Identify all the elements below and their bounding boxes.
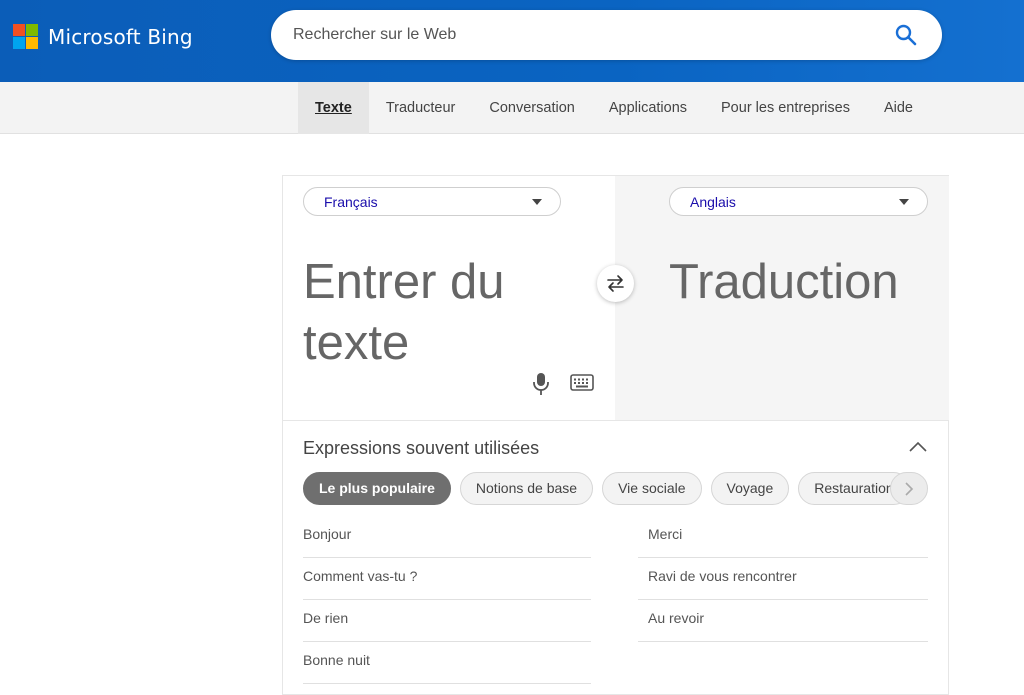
phrase-categories: Le plus populaire Notions de base Vie so… (303, 472, 919, 505)
chevron-down-icon (899, 199, 909, 205)
list-item[interactable]: Comment vas-tu ? (303, 558, 591, 600)
tab-applications[interactable]: Applications (592, 82, 704, 134)
search-input[interactable] (293, 22, 883, 48)
source-language-label: Français (324, 194, 378, 210)
target-language-select[interactable]: Anglais (669, 187, 928, 216)
chevron-right-icon (905, 482, 914, 496)
keyboard-icon[interactable] (570, 374, 594, 392)
chips-next-button[interactable] (890, 472, 928, 505)
list-item[interactable]: De rien (303, 600, 591, 642)
target-pane: Anglais Traduction (615, 176, 949, 420)
phrase-text: Comment vas-tu ? (303, 568, 418, 584)
header: Microsoft Bing (0, 0, 1024, 82)
tab-aide[interactable]: Aide (867, 82, 930, 134)
tab-traducteur[interactable]: Traducteur (369, 82, 473, 134)
chip-basics[interactable]: Notions de base (459, 472, 594, 505)
swap-languages-button[interactable] (597, 265, 634, 302)
list-item[interactable]: Ravi de vous rencontrer (638, 558, 928, 600)
swap-icon (607, 275, 624, 292)
chevron-down-icon (532, 199, 542, 205)
search-icon[interactable] (894, 23, 918, 47)
search-box (271, 10, 942, 60)
microphone-icon[interactable] (531, 372, 551, 396)
nav-bar: Texte Traducteur Conversation Applicatio… (0, 82, 1024, 134)
phrases-title: Expressions souvent utilisées (303, 438, 540, 458)
nav-tabs: Texte Traducteur Conversation Applicatio… (298, 82, 930, 134)
phrase-text: Ravi de vous rencontrer (648, 568, 797, 584)
phrase-text: Bonjour (303, 526, 352, 542)
chip-most-popular[interactable]: Le plus populaire (303, 472, 451, 505)
phrase-text: Bonne nuit (303, 652, 370, 668)
phrase-text: Merci (648, 526, 683, 542)
tab-entreprises[interactable]: Pour les entreprises (704, 82, 867, 134)
tab-conversation[interactable]: Conversation (472, 82, 591, 134)
brand-name: Microsoft Bing (48, 24, 193, 49)
target-language-label: Anglais (690, 194, 736, 210)
list-item[interactable]: Merci (638, 516, 928, 558)
source-language-select[interactable]: Français (303, 187, 561, 216)
source-pane: Français Entrer du texte (283, 176, 615, 420)
list-item[interactable]: Bonne nuit (303, 642, 591, 684)
list-item[interactable]: Bonjour (303, 516, 591, 558)
translation-output: Traduction (669, 255, 899, 309)
list-item[interactable]: Au revoir (638, 600, 928, 642)
bing-logo[interactable]: Microsoft Bing (13, 24, 193, 49)
chip-social[interactable]: Vie sociale (602, 472, 702, 505)
card-divider (283, 420, 949, 421)
source-text-input[interactable]: Entrer du texte (303, 252, 593, 374)
chip-travel[interactable]: Voyage (710, 472, 790, 505)
phrase-text: Au revoir (648, 610, 705, 626)
translator-card: Français Entrer du texte Anglais Traduct… (282, 175, 949, 695)
microsoft-logo-icon (13, 24, 38, 49)
chevron-up-icon[interactable] (909, 440, 927, 452)
phrase-text: De rien (303, 610, 349, 626)
tab-texte[interactable]: Texte (298, 82, 369, 134)
